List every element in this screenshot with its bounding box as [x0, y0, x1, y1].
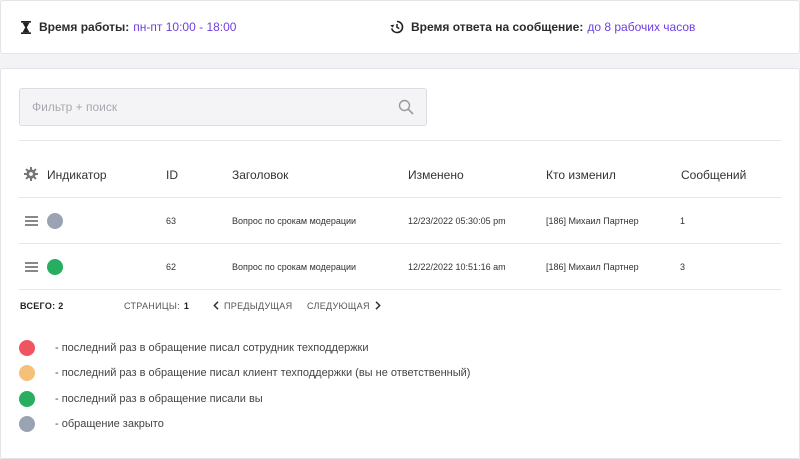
- column-header-id[interactable]: ID: [166, 168, 178, 182]
- chevron-left-icon: [213, 301, 219, 310]
- ticket-id: 62: [166, 262, 177, 272]
- work-hours-label: Время работы:: [39, 20, 130, 34]
- history-clock-icon: [390, 20, 404, 34]
- column-header-messages[interactable]: Сообщений: [681, 168, 746, 182]
- next-page-button[interactable]: СЛЕДУЮЩАЯ: [307, 301, 381, 311]
- legend-text: - последний раз в обращение писали вы: [55, 393, 263, 405]
- drag-handle-icon[interactable]: [25, 262, 38, 272]
- ticket-messages: 3: [680, 262, 686, 272]
- ticket-id: 63: [166, 216, 177, 226]
- legend-text: - последний раз в обращение писал сотруд…: [55, 342, 369, 354]
- legend-dot: [19, 416, 35, 432]
- prev-page-button[interactable]: ПРЕДЫДУЩАЯ: [213, 301, 292, 311]
- drag-handle-icon[interactable]: [25, 216, 38, 226]
- search-box: [19, 88, 427, 126]
- divider: [19, 289, 781, 290]
- divider: [19, 140, 781, 141]
- ticket-title[interactable]: Вопрос по срокам модерации: [232, 262, 356, 272]
- legend-item-closed: - обращение закрыто: [19, 416, 164, 432]
- work-hours-value: пн-пт 10:00 - 18:00: [133, 20, 237, 34]
- current-page[interactable]: 1: [184, 301, 189, 311]
- search-icon[interactable]: [398, 99, 414, 115]
- legend-item-client: - последний раз в обращение писал клиент…: [19, 365, 470, 381]
- gear-icon[interactable]: [24, 167, 38, 181]
- column-header-title[interactable]: Заголовок: [232, 168, 288, 182]
- ticket-modified: 12/23/2022 05:30:05 pm: [408, 216, 506, 226]
- ticket-modified-by: [186] Михаил Партнер: [546, 216, 639, 226]
- next-page-label: СЛЕДУЮЩАЯ: [307, 301, 370, 311]
- status-indicator: [47, 259, 63, 275]
- legend-dot: [19, 391, 35, 407]
- ticket-modified-by: [186] Михаил Партнер: [546, 262, 639, 272]
- table-row[interactable]: 63 Вопрос по срокам модерации 12/23/2022…: [1, 198, 800, 243]
- column-header-modified[interactable]: Изменено: [408, 168, 464, 182]
- legend-dot: [19, 340, 35, 356]
- pages-indicator: СТРАНИЦЫ: 1: [124, 301, 189, 311]
- legend-text: - обращение закрыто: [55, 418, 164, 430]
- info-bar: Время работы: пн-пт 10:00 - 18:00 Время …: [0, 0, 800, 54]
- chevron-right-icon: [375, 301, 381, 310]
- total-count: ВСЕГО: 2: [20, 301, 64, 311]
- work-hours: Время работы: пн-пт 10:00 - 18:00: [20, 20, 236, 34]
- legend-item-you: - последний раз в обращение писали вы: [19, 391, 263, 407]
- response-time: Время ответа на сообщение: до 8 рабочих …: [390, 20, 695, 34]
- ticket-messages: 1: [680, 216, 686, 226]
- hourglass-icon: [21, 20, 31, 34]
- tickets-panel: Индикатор ID Заголовок Изменено Кто изме…: [0, 68, 800, 459]
- status-indicator: [47, 213, 63, 229]
- ticket-title[interactable]: Вопрос по срокам модерации: [232, 216, 356, 226]
- search-input[interactable]: [20, 89, 390, 125]
- legend-text: - последний раз в обращение писал клиент…: [55, 367, 471, 379]
- table-row[interactable]: 62 Вопрос по срокам модерации 12/22/2022…: [1, 244, 800, 289]
- response-time-value: до 8 рабочих часов: [587, 20, 696, 34]
- legend-dot: [19, 365, 35, 381]
- legend-item-support-staff: - последний раз в обращение писал сотруд…: [19, 340, 369, 356]
- column-header-modified-by[interactable]: Кто изменил: [546, 168, 616, 182]
- column-header-indicator[interactable]: Индикатор: [47, 168, 107, 182]
- prev-page-label: ПРЕДЫДУЩАЯ: [224, 301, 293, 311]
- pages-label: СТРАНИЦЫ:: [124, 301, 180, 311]
- ticket-modified: 12/22/2022 10:51:16 am: [408, 262, 506, 272]
- response-time-label: Время ответа на сообщение:: [411, 20, 584, 34]
